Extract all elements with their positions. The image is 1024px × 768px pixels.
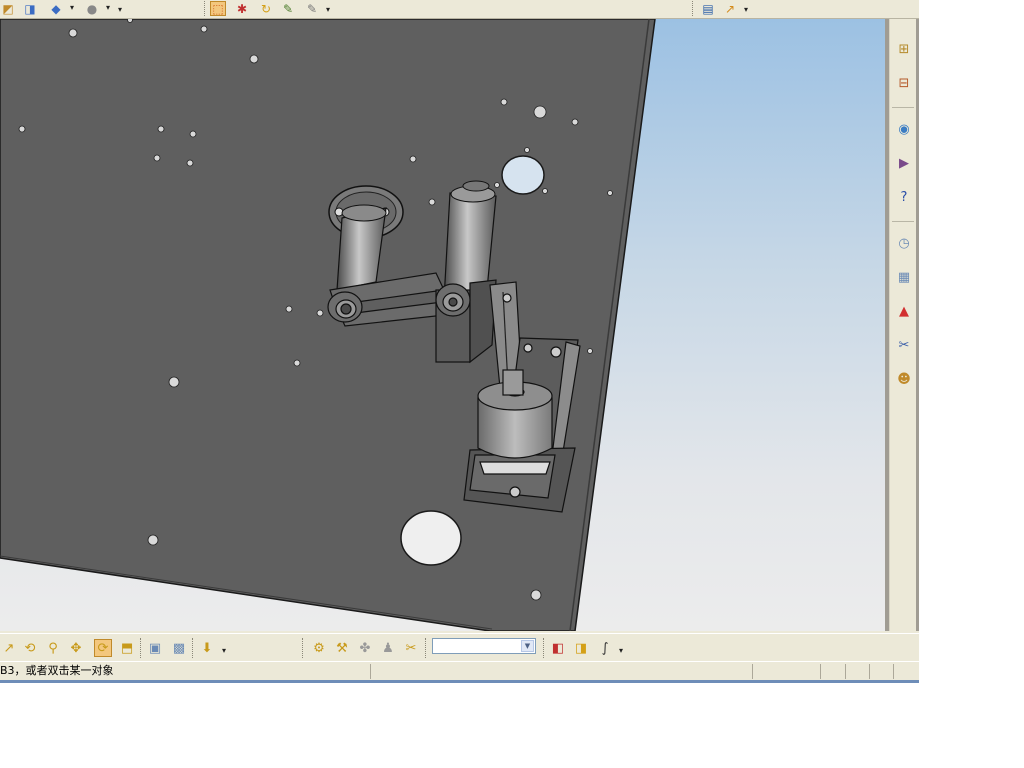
- hide-show-icon[interactable]: ▩: [170, 639, 188, 657]
- status-cell: [869, 664, 870, 679]
- toolbar-divider: [692, 1, 693, 16]
- layout-icon[interactable]: ▤: [700, 1, 716, 16]
- property-tree-icon[interactable]: ⊟: [893, 73, 915, 95]
- task-pane-tabs: ⊞ ⊟ ◉ ▶ ? ◷ ▦ ▲ ✂ ☻: [889, 19, 916, 631]
- chevron-down-icon[interactable]: ▼: [521, 640, 534, 652]
- sketch-icon[interactable]: ↗: [722, 1, 738, 16]
- community-icon[interactable]: ☻: [893, 369, 915, 391]
- render-icon[interactable]: ●: [84, 1, 100, 16]
- chevron-down-icon[interactable]: ▾: [106, 3, 110, 12]
- save-dropdown-icon[interactable]: ◨: [22, 1, 38, 16]
- cad-application-window: ◩ ◨ ◆ ▾ ● ▾ ▾ ⬚ ✱ ↻ ✎ ✎ ▾ ▤ ↗ ▾ ⊞ ⊟ ◉ ▶ …: [0, 0, 919, 683]
- toolbar-divider: [302, 638, 303, 658]
- toolbar-divider: [543, 638, 544, 658]
- status-cell: [370, 664, 371, 679]
- chevron-down-icon[interactable]: ▾: [744, 5, 748, 14]
- plate-large-hole: [400, 510, 462, 566]
- view-cube-icon[interactable]: ◆: [48, 1, 64, 16]
- divider: [892, 107, 914, 108]
- options-icon[interactable]: ✎: [280, 1, 296, 16]
- file-explorer-icon[interactable]: ▦: [893, 267, 915, 289]
- mate-icon[interactable]: ⚙: [310, 639, 328, 657]
- select-other-icon[interactable]: ✱: [234, 1, 250, 16]
- status-cell: [752, 664, 753, 679]
- chevron-down-icon[interactable]: ▾: [118, 5, 122, 14]
- view-orient-icon[interactable]: ↗: [0, 639, 18, 657]
- resources-icon[interactable]: ◉: [893, 119, 915, 141]
- graphics-viewport[interactable]: [0, 19, 885, 631]
- status-bar: B3，或者双击某一对象: [0, 661, 919, 681]
- status-message: B3，或者双击某一对象: [0, 664, 114, 677]
- insert-component-icon[interactable]: ⚒: [333, 639, 351, 657]
- toolbar-divider: [192, 638, 193, 658]
- toolbar-divider: [204, 1, 205, 16]
- custom-properties-icon[interactable]: ✂: [893, 335, 915, 357]
- toolbar-divider: [425, 638, 426, 658]
- view-prev-icon[interactable]: ◧: [549, 639, 567, 657]
- measure-icon[interactable]: ✎: [304, 1, 320, 16]
- status-cell: [845, 664, 846, 679]
- design-library-icon[interactable]: ▶: [893, 153, 915, 175]
- chevron-down-icon[interactable]: ▾: [222, 646, 226, 655]
- plate-large-hole: [501, 155, 545, 195]
- view-next-icon[interactable]: ◨: [572, 639, 590, 657]
- divider: [892, 221, 914, 222]
- chevron-down-icon[interactable]: ▾: [70, 3, 74, 12]
- window-bottom-edge: [0, 680, 919, 683]
- move-component-icon[interactable]: ✤: [356, 639, 374, 657]
- status-cell: [820, 664, 821, 679]
- smart-fastener-icon[interactable]: ♟: [379, 639, 397, 657]
- help-icon[interactable]: ?: [893, 187, 915, 209]
- chevron-down-icon[interactable]: ▾: [326, 5, 330, 14]
- filter-select[interactable]: ▼: [432, 638, 536, 654]
- save-icon[interactable]: ◩: [0, 1, 16, 16]
- line-icon[interactable]: ∫: [596, 639, 614, 657]
- chevron-down-icon[interactable]: ▾: [619, 646, 623, 655]
- section-view-icon[interactable]: ⬒: [118, 639, 136, 657]
- display-style-icon[interactable]: ▣: [146, 639, 164, 657]
- select-icon[interactable]: ⬚: [210, 1, 226, 16]
- explode-icon[interactable]: ✂: [402, 639, 420, 657]
- toolbar-divider: [140, 638, 141, 658]
- rebuild-icon[interactable]: ↻: [258, 1, 274, 16]
- zoom-area-icon[interactable]: ⚲: [44, 639, 62, 657]
- assembly-model[interactable]: [0, 19, 885, 631]
- standard-toolbar: ◩ ◨ ◆ ▾ ● ▾ ▾ ⬚ ✱ ↻ ✎ ✎ ▾ ▤ ↗ ▾: [0, 0, 919, 19]
- apply-scene-icon[interactable]: ⬇: [198, 639, 216, 657]
- task-pane: ⊞ ⊟ ◉ ▶ ? ◷ ▦ ▲ ✂ ☻: [885, 19, 919, 631]
- appearance-icon[interactable]: ▲: [893, 301, 915, 323]
- feature-tree-icon[interactable]: ⊞: [893, 39, 915, 61]
- pan-icon[interactable]: ✥: [67, 639, 85, 657]
- status-cell: [893, 664, 894, 679]
- zoom-fit-icon[interactable]: ⟲: [21, 639, 39, 657]
- rotate-view-icon[interactable]: ⟳: [94, 639, 112, 657]
- history-icon[interactable]: ◷: [893, 233, 915, 255]
- base-plate[interactable]: [0, 19, 656, 631]
